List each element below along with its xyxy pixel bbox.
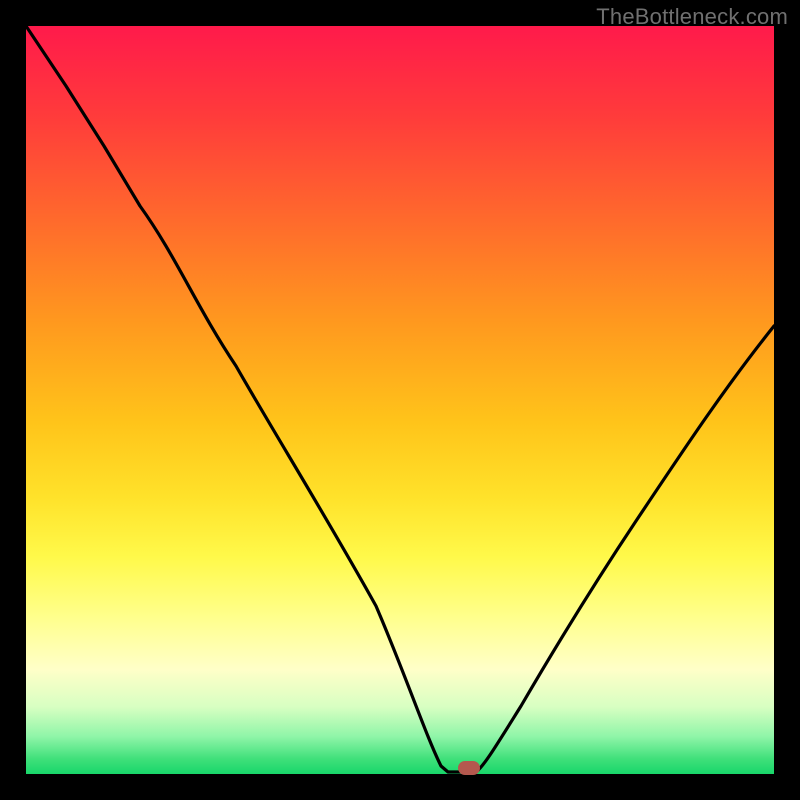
bottleneck-curve: [26, 26, 774, 774]
plot-area: [26, 26, 774, 774]
optimal-point-marker: [458, 761, 480, 775]
watermark-text: TheBottleneck.com: [596, 4, 788, 30]
curve-path: [26, 26, 774, 772]
chart-frame: TheBottleneck.com: [0, 0, 800, 800]
